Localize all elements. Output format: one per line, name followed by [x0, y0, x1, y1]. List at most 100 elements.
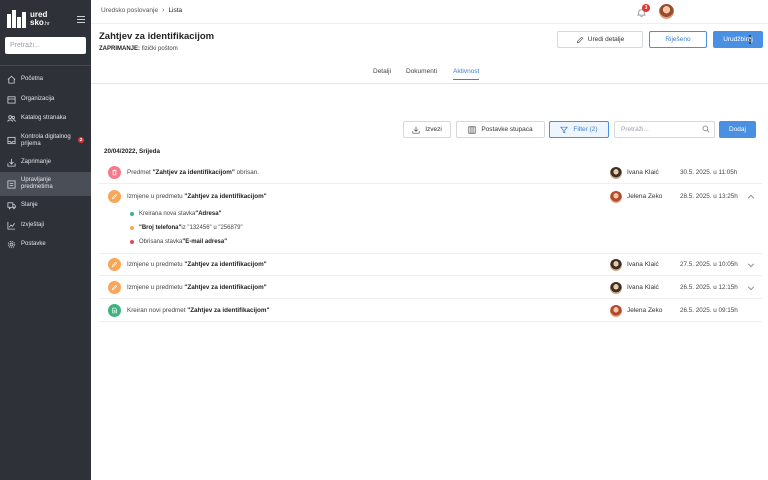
- edit-icon: [108, 190, 121, 203]
- sidebar-nav: Početna Organizacija Katalog stranaka Ko…: [0, 70, 91, 255]
- sidebar-item-label: Upravljanje predmetima: [21, 177, 53, 190]
- sidebar-item-upravljanje-predmetima[interactable]: Upravljanje predmetima: [0, 172, 91, 196]
- users-icon: [7, 114, 16, 123]
- trash-icon: [108, 166, 121, 179]
- export-label: Izvezi: [425, 126, 442, 133]
- detail-pre: Kreirana nova stavka: [139, 211, 196, 217]
- sidebar-item-zaprimanje[interactable]: Zaprimanje: [0, 153, 91, 173]
- sidebar-item-label: Postavke: [21, 241, 46, 248]
- avatar: [610, 305, 622, 317]
- chevron-right-icon: ›: [162, 7, 165, 14]
- activity-user: Jelena Zeko: [627, 193, 663, 200]
- activity-prefix: Izmjene u predmetu: [127, 193, 185, 200]
- activity-row[interactable]: Predmet "Zahtjev za identifikacijom" obr…: [99, 161, 762, 184]
- truck-icon: [7, 201, 16, 210]
- activity-text: Izmjene u predmetu "Zahtjev za identifik…: [127, 193, 267, 200]
- activity-prefix: Predmet: [127, 169, 153, 176]
- chevron-down-icon[interactable]: [747, 284, 755, 292]
- edit-details-button[interactable]: Uredi detalje: [557, 31, 643, 48]
- avatar: [610, 259, 622, 271]
- activity-row[interactable]: Izmjene u predmetu "Zahtjev za identifik…: [99, 253, 762, 276]
- chevron-up-icon[interactable]: [747, 193, 755, 201]
- chevron-down-icon[interactable]: [747, 261, 755, 269]
- activity-text: Izmjene u predmetu "Zahtjev za identifik…: [127, 284, 267, 291]
- sidebar-item-label: Zaprimanje: [21, 158, 52, 165]
- search-input[interactable]: [614, 121, 715, 138]
- activity-time: 27.5. 2025. u 10:05h: [680, 261, 738, 268]
- activity-prefix: Izmjene u predmetu: [127, 284, 185, 291]
- filter-icon: [560, 126, 569, 133]
- resolved-button[interactable]: Riješeno: [649, 31, 707, 48]
- activity-user: Ivana Klaić: [627, 284, 659, 291]
- more-options-icon[interactable]: [740, 31, 759, 48]
- sidebar-item-organizacija[interactable]: Organizacija: [0, 90, 91, 110]
- date-heading: 20/04/2022, Srijeda: [104, 148, 161, 155]
- sidebar-divider: [0, 65, 91, 66]
- activity-text: Izmjene u predmetu "Zahtjev za identifik…: [127, 261, 267, 268]
- download-icon: [412, 126, 420, 134]
- activity-row[interactable]: Kreiran novi predmet "Zahtjev za identif…: [99, 299, 762, 322]
- download-icon: [7, 158, 16, 167]
- tab-dokumenti[interactable]: Dokumenti: [406, 68, 437, 75]
- receiving-label: ZAPRIMANJE:: [99, 46, 141, 52]
- notification-badge: 2: [78, 136, 84, 143]
- activity-text: Predmet "Zahtjev za identifikacijom" obr…: [127, 169, 259, 176]
- activity-row[interactable]: Izmjene u predmetu "Zahtjev za identifik…: [99, 276, 762, 299]
- status-dot: [130, 226, 134, 230]
- breadcrumb-item-uredsko-poslovanje[interactable]: Uredsko poslovanje: [101, 7, 158, 14]
- home-icon: [7, 75, 16, 84]
- column-settings-button[interactable]: Postavke stupaca: [456, 121, 545, 138]
- tab-detalji[interactable]: Detalji: [373, 68, 391, 75]
- column-settings-label: Postavke stupaca: [481, 126, 533, 133]
- detail-bold: "E-mail adresa": [182, 239, 228, 245]
- page-subtitle: ZAPRIMANJE: fizički poštom: [99, 46, 178, 52]
- menu-toggle-icon[interactable]: [77, 16, 85, 25]
- activity-user: Ivana Klaić: [627, 169, 659, 176]
- notification-count-badge: 3: [642, 4, 650, 12]
- avatar[interactable]: [659, 4, 674, 19]
- sidebar-item-kontrola-digitalnog-prijema[interactable]: Kontrola digitalnog prijema 2: [0, 129, 91, 153]
- activity-time: 26.5. 2025. u 09:15h: [680, 307, 738, 314]
- activity-subject: "Zahtjev za identifikacijom": [184, 261, 267, 268]
- activity-time: 30.5. 2025. u 11:05h: [680, 169, 738, 176]
- sidebar-search-input[interactable]: [5, 37, 86, 54]
- logo[interactable]: ured sko.hr: [7, 10, 50, 28]
- activity-suffix: obrisan.: [234, 169, 259, 176]
- sidebar-item-katalog-stranaka[interactable]: Katalog stranaka: [0, 109, 91, 129]
- activity-subject: "Zahtjev za identifikacijom": [184, 193, 267, 200]
- activity-time: 26.5. 2025. u 12:15h: [680, 284, 738, 291]
- logo-line2: sko: [30, 17, 44, 27]
- avatar: [610, 167, 622, 179]
- activity-prefix: Kreiran novi predmet: [127, 307, 188, 314]
- detail-bold: "Adresa": [195, 211, 222, 217]
- logo-suffix: .hr: [43, 20, 50, 27]
- sidebar-item-izvjestaji[interactable]: Izvještaji: [0, 216, 91, 236]
- add-label: Dodaj: [729, 126, 746, 133]
- activity-user: Ivana Klaić: [627, 261, 659, 268]
- export-button[interactable]: Izvezi: [403, 121, 451, 138]
- activity-subject: "Zahtjev za identifikacijom": [152, 169, 235, 176]
- activity-text: Kreiran novi predmet "Zahtjev za identif…: [127, 307, 269, 314]
- sidebar-item-pocetna[interactable]: Početna: [0, 70, 91, 90]
- building-icon: [7, 95, 16, 104]
- sidebar-item-label: Slanje: [21, 202, 38, 209]
- add-button[interactable]: Dodaj: [719, 121, 756, 138]
- edit-details-label: Uredi detalje: [587, 36, 625, 43]
- sidebar-item-label: Kontrola digitalnog prijema: [21, 133, 71, 147]
- inbox-icon: [7, 136, 16, 145]
- sidebar: ured sko.hr Početna Organizacija Katalog…: [0, 0, 91, 480]
- tab-aktivnost[interactable]: Aktivnost: [453, 68, 480, 80]
- filter-label: Filter (2): [573, 126, 598, 133]
- sidebar-item-label: Izvještaji: [21, 221, 45, 228]
- activity-prefix: Izmjene u predmetu: [127, 261, 185, 268]
- filter-button[interactable]: Filter (2): [549, 121, 609, 138]
- folder-icon: [7, 179, 16, 189]
- sidebar-item-postavke[interactable]: Postavke: [0, 235, 91, 255]
- search-icon[interactable]: [702, 125, 710, 133]
- activity-subject: "Zahtjev za identifikacijom": [187, 307, 270, 314]
- breadcrumb-item-lista: Lista: [168, 7, 183, 14]
- edit-icon: [108, 258, 121, 271]
- logo-mark-icon: [7, 10, 26, 28]
- sidebar-item-slanje[interactable]: Slanje: [0, 196, 91, 216]
- detail-post: iz "132456" u "256879": [181, 225, 243, 231]
